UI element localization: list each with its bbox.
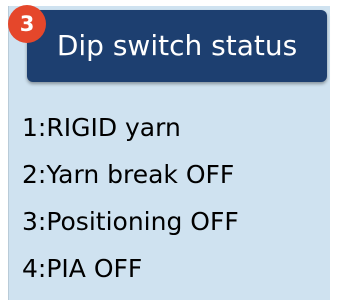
step-number-badge: 3 — [8, 5, 46, 43]
dip-switch-status-item-3: 3:Positioning OFF — [22, 207, 239, 236]
dip-switch-status-item-1: 1:RIGID yarn — [22, 113, 181, 142]
panel-title: Dip switch status — [56, 29, 298, 62]
dip-switch-panel: Dip switch status 1:RIGID yarn 2:Yarn br… — [8, 6, 330, 300]
dip-switch-status-list: 1:RIGID yarn 2:Yarn break OFF 3:Position… — [22, 104, 239, 292]
dip-switch-status-item-2: 2:Yarn break OFF — [22, 160, 235, 189]
header-bar: Dip switch status — [27, 10, 327, 82]
dip-switch-status-item-4: 4:PIA OFF — [22, 254, 143, 283]
